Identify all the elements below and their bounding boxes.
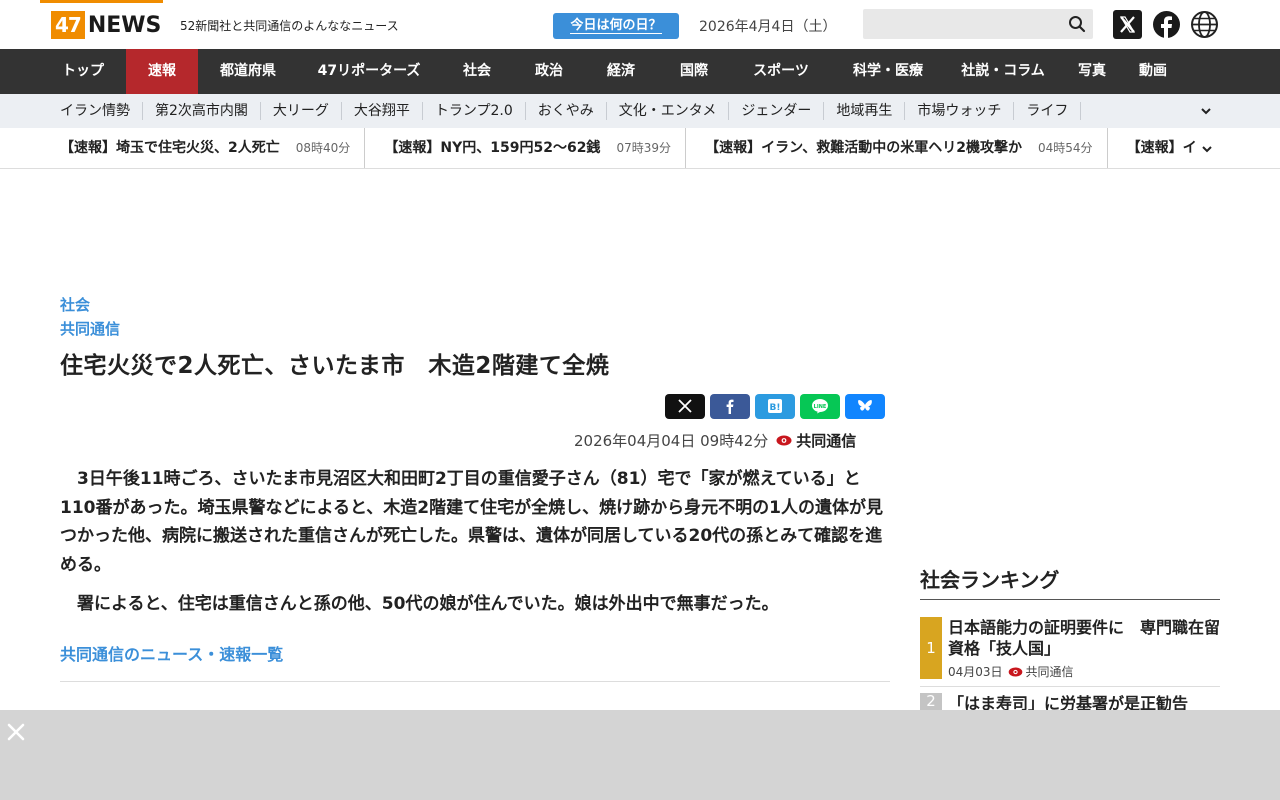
nav-item-photo[interactable]: 写真 [1062,49,1122,94]
bottom-ad-overlay [0,710,1280,800]
news-agency: 共同通信 [796,432,857,450]
close-icon[interactable] [6,722,26,742]
ticker-item[interactable]: 【速報】イラン、救難活動中の米軍ヘリ2機攻撃か 04時54分 [705,128,1108,168]
ticker-item[interactable]: 【速報】NY円、159円52～62銭 07時39分 [384,128,686,168]
x-icon [678,399,692,413]
hatena-bookmark-icon: B! [768,399,782,413]
share-facebook-button[interactable] [710,394,750,419]
svg-text:LINE: LINE [814,404,827,410]
share-x-button[interactable] [665,394,705,419]
rank-number: 1 [920,617,942,679]
ranking-item[interactable]: 1 日本語能力の証明要件に 専門職在留資格「技人国」 04月03日 共同通信 [920,617,1220,687]
published-datetime: 2026年04月04日 09時42分 [574,432,769,450]
svg-text:B!: B! [770,403,781,413]
nav-item-editorial-column[interactable]: 社説・コラム [944,49,1062,94]
ranking-item-agency: 共同通信 [1025,665,1074,679]
ranking-item-title: 「はま寿司」に労基署が是正勧告 [948,694,1189,710]
article-category-link[interactable]: 社会 [60,294,90,315]
topic-regional[interactable]: 地域再生 [824,102,906,120]
article-meta: 2026年04月04日 09時42分 共同通信 [574,430,856,451]
ranking-item-meta: 04月03日 共同通信 [948,663,1074,680]
nav-item-prefectures[interactable]: 都道府県 [198,49,298,94]
article-paragraph: 署によると、住宅は重信さんと孫の他、50代の娘が住んでいた。娘は外出中で無事だっ… [77,594,779,614]
site-logo[interactable]: 47 NEWS [51,11,161,39]
share-line-button[interactable]: LINE [800,394,840,419]
topic-trump[interactable]: トランプ2.0 [423,102,526,120]
logo-accent-bar [40,0,163,3]
ranking-item[interactable]: 2 「はま寿司」に労基署が是正勧告 [920,693,1220,710]
search-icon[interactable] [1067,14,1087,34]
ranking-item-title: 日本語能力の証明要件に 専門職在留資格「技人国」 [948,618,1221,658]
ticker-item[interactable]: 【速報】イランと [1127,128,1196,168]
share-bluesky-button[interactable] [845,394,885,419]
article-body: 3日午後11時ごろ、さいたま市見沼区大和田町2丁目の重信愛子さん（81）宅で「家… [60,465,890,630]
divider [60,681,890,682]
logo-number: 47 [51,11,85,39]
kyodo-logo-icon [1008,666,1022,677]
nav-item-47reporters[interactable]: 47リポーターズ [298,49,440,94]
facebook-icon[interactable] [1152,10,1181,39]
topic-obituaries[interactable]: おくやみ [526,102,607,120]
topic-life[interactable]: ライフ [1014,102,1082,120]
nav-item-sports[interactable]: スポーツ [730,49,832,94]
today-in-history-button[interactable]: 今日は何の日？ [553,13,679,39]
nav-item-economy[interactable]: 経済 [584,49,658,94]
site-header: 47 NEWS 52新聞社と共同通信のよんななニュース 今日は何の日？ 2026… [0,0,1280,49]
kyodo-logo-icon [776,435,792,446]
ranking-heading: 社会ランキング [920,568,1060,592]
ranking-item-date: 04月03日 [948,665,1003,679]
chevron-down-icon[interactable] [1200,105,1212,117]
nav-item-society[interactable]: 社会 [440,49,514,94]
article-title: 住宅火災で2人死亡、さいたま市 木造2階建て全焼 [60,353,610,379]
topic-market[interactable]: 市場ウォッチ [905,102,1015,120]
nav-item-science-medical[interactable]: 科学・医療 [832,49,944,94]
topic-gender[interactable]: ジェンダー [729,102,825,120]
share-hatena-button[interactable]: B! [755,394,795,419]
logo-text: NEWS [87,12,162,38]
agency-news-list-link[interactable]: 共同通信のニュース・速報一覧 [60,641,283,665]
divider [920,599,1220,600]
facebook-icon [726,399,734,414]
article-paragraph: 3日午後11時ごろ、さいたま市見沼区大和田町2丁目の重信愛子さん（81）宅で「家… [60,469,883,575]
globe-language-icon[interactable] [1190,10,1219,39]
site-tagline: 52新聞社と共同通信のよんななニュース [180,19,399,33]
nav-item-international[interactable]: 国際 [658,49,730,94]
nav-item-video[interactable]: 動画 [1122,49,1184,94]
bluesky-icon [858,400,872,411]
nav-item-breaking[interactable]: 速報 [126,49,198,94]
x-twitter-icon[interactable] [1113,10,1142,39]
topic-culture[interactable]: 文化・エンタメ [607,102,730,120]
rank-number: 2 [920,693,942,710]
topic-takaichi-cabinet[interactable]: 第2次高市内閣 [143,102,261,120]
breaking-news-ticker: 【速報】埼玉で住宅火災、2人死亡 08時40分 【速報】NY円、159円52～62… [0,128,1280,169]
topic-mlb[interactable]: 大リーグ [261,102,342,120]
current-date: 2026年4月4日（土） [699,19,837,35]
nav-item-top[interactable]: トップ [40,49,126,94]
search-input[interactable] [863,9,1093,39]
chevron-down-icon[interactable] [1201,143,1213,155]
topic-ohtani[interactable]: 大谷翔平 [342,102,423,120]
topic-subnavigation: イラン情勢 第2次高市内閣 大リーグ 大谷翔平 トランプ2.0 おくやみ 文化・… [0,94,1280,128]
line-icon: LINE [812,399,828,414]
main-navigation: トップ 速報 都道府県 47リポーターズ 社会 政治 経済 国際 スポーツ 科学… [0,49,1280,94]
nav-item-politics[interactable]: 政治 [514,49,584,94]
ticker-item[interactable]: 【速報】埼玉で住宅火災、2人死亡 08時40分 [60,128,366,168]
topic-iran[interactable]: イラン情勢 [48,102,143,120]
article-source-link[interactable]: 共同通信 [60,318,120,339]
